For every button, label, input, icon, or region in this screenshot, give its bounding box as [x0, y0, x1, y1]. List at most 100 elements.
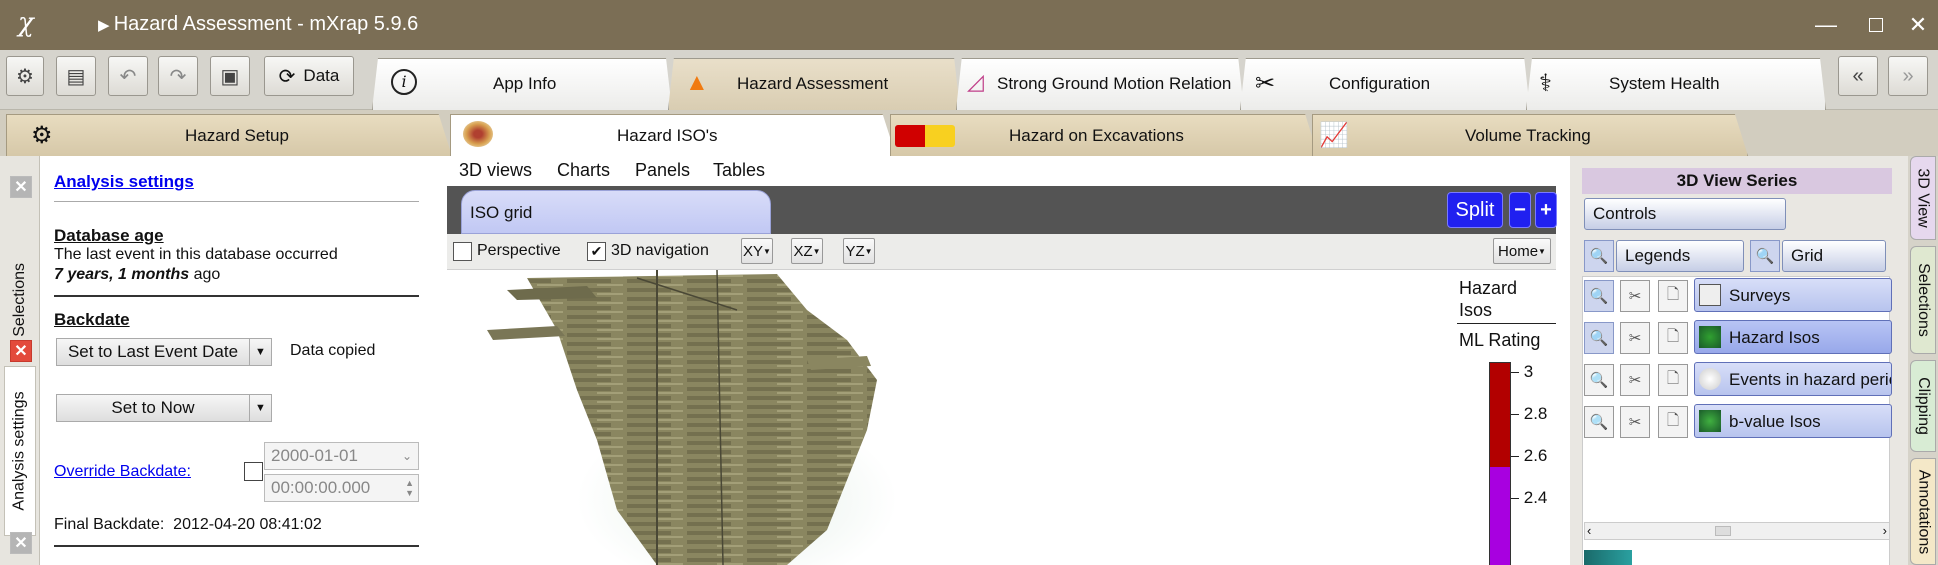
scrollbar-thumb[interactable]	[1715, 526, 1731, 536]
close-analysis-settings-button[interactable]: ✕	[10, 340, 32, 362]
preview-thumbnail	[1584, 550, 1632, 565]
zoom-out-button[interactable]: −	[1509, 192, 1531, 228]
tab-analysis-settings[interactable]: Analysis settings	[4, 366, 36, 536]
layer-hazard-isos[interactable]: Hazard Isos	[1694, 320, 1892, 354]
surveys-cut-button[interactable]: ✂	[1620, 280, 1650, 312]
horizontal-scrollbar[interactable]: ‹ ›	[1584, 522, 1890, 540]
tab-3d-view[interactable]: 3D View	[1910, 156, 1936, 240]
bvalue-iso-icon	[1699, 410, 1721, 432]
analysis-settings-link[interactable]: Analysis settings	[54, 172, 194, 192]
tab-hazard-on-excavations-label: Hazard on Excavations	[1009, 126, 1184, 145]
view-xz-button[interactable]: XZ ▼	[791, 238, 823, 264]
view-xy-button[interactable]: XY ▼	[741, 238, 773, 264]
hazard-isos-search-button[interactable]: 🔍	[1584, 322, 1614, 354]
chevron-down-icon[interactable]: ▼	[249, 339, 271, 365]
controls-button[interactable]: Controls	[1584, 198, 1786, 230]
database-age-suffix: ago	[193, 266, 221, 283]
events-search-button[interactable]: 🔍	[1584, 364, 1614, 396]
close-icon: ✕	[14, 179, 28, 196]
tab-system-health-label: System Health	[1609, 74, 1720, 93]
layout-button[interactable]: ▤	[56, 56, 96, 96]
surveys-page-button[interactable]: 🗋	[1658, 280, 1688, 312]
tab-iso-grid-label: ISO grid	[470, 203, 533, 222]
close-window-button[interactable]: ✕	[1898, 0, 1938, 50]
3d-navigation-checkbox[interactable]: ✔	[587, 242, 606, 261]
bvalue-cut-button[interactable]: ✂	[1620, 406, 1650, 438]
chevron-right-icon[interactable]: ›	[1883, 523, 1887, 538]
override-backdate-link[interactable]: Override Backdate:	[54, 463, 191, 481]
main-view-area: 3D views Charts Panels Tables ISO grid S…	[433, 156, 1570, 565]
grid-search-button[interactable]: 🔍	[1750, 240, 1780, 272]
data-button[interactable]: ⟳ Data	[264, 56, 354, 96]
scissors-icon: ✂	[1628, 330, 1642, 347]
set-to-now-dropdown[interactable]: Set to Now ▼	[56, 394, 272, 422]
tab-hazard-assessment[interactable]: ▲ Hazard Assessment	[668, 58, 960, 110]
tab-selections[interactable]: Selections	[1910, 246, 1936, 354]
zoom-in-button[interactable]: +	[1535, 192, 1557, 228]
magnifier-icon: 🔍	[1589, 414, 1609, 431]
close-all-selections-button[interactable]: ✕	[10, 176, 32, 198]
view-yz-button[interactable]: YZ ▼	[843, 238, 875, 264]
tab-hazard-setup[interactable]: ⚙ Hazard Setup	[6, 114, 452, 156]
override-time-field[interactable]: 00:00:00.000 ▲ ▼	[264, 474, 419, 502]
3d-viewport[interactable]: Hazard Isos ML Rating 3 2.8 2.6 2.4	[447, 270, 1556, 565]
menu-tables[interactable]: Tables	[713, 160, 765, 181]
view-yz-label: YZ	[845, 242, 865, 260]
legends-search-button[interactable]: 🔍	[1584, 240, 1614, 272]
chevron-left-icon[interactable]: ‹	[1587, 523, 1591, 538]
scroll-tabs-right-button[interactable]: »	[1888, 56, 1928, 96]
minimize-button[interactable]: —	[1796, 0, 1856, 50]
redo-button[interactable]: ↷	[158, 56, 198, 96]
events-cut-button[interactable]: ✂	[1620, 364, 1650, 396]
grid-button[interactable]: Grid	[1782, 240, 1886, 272]
override-date-field[interactable]: 2000-01-01 ⌄	[264, 442, 419, 470]
bvalue-search-button[interactable]: 🔍	[1584, 406, 1614, 438]
close-panel-button[interactable]: ✕	[10, 532, 32, 554]
tab-system-health[interactable]: ⚕ System Health	[1526, 58, 1826, 110]
checkmark-icon: ✔	[590, 243, 603, 259]
tab-configuration[interactable]: ✂ Configuration	[1240, 58, 1530, 110]
hazard-iso-icon	[1699, 326, 1721, 348]
chevron-down-icon[interactable]: ▼	[249, 395, 271, 421]
split-button[interactable]: Split	[1447, 192, 1503, 228]
settings-button[interactable]: ⚙	[6, 56, 44, 96]
legend-subtitle: ML Rating	[1459, 330, 1541, 350]
surveys-search-button[interactable]: 🔍	[1584, 280, 1614, 312]
override-backdate-checkbox[interactable]	[244, 462, 263, 481]
chart-icon: ◿	[967, 69, 984, 94]
dropdown-icon: ▼	[1538, 246, 1546, 256]
tab-volume-tracking[interactable]: 📈 Volume Tracking	[1312, 114, 1748, 156]
layer-surveys[interactable]: Surveys	[1694, 278, 1892, 312]
tab-iso-grid[interactable]: ISO grid	[461, 190, 771, 234]
menu-charts[interactable]: Charts	[557, 160, 610, 181]
maximize-button[interactable]	[1856, 0, 1896, 50]
tab-hazard-on-excavations[interactable]: Hazard on Excavations	[890, 114, 1318, 156]
layer-b-value-isos[interactable]: b-value Isos	[1694, 404, 1892, 438]
undo-button[interactable]: ↶	[108, 56, 148, 96]
spinner-icon[interactable]: ▲ ▼	[405, 478, 414, 498]
tab-app-info[interactable]: i App Info	[372, 58, 672, 110]
scroll-tabs-left-button[interactable]: «	[1838, 56, 1878, 96]
hazard-isos-cut-button[interactable]: ✂	[1620, 322, 1650, 354]
hazard-isos-page-button[interactable]: 🗋	[1658, 322, 1688, 354]
save-icon: ▣	[220, 65, 240, 88]
tab-hazard-assessment-label: Hazard Assessment	[737, 74, 889, 93]
perspective-checkbox[interactable]	[453, 242, 472, 261]
home-view-button[interactable]: Home ▼	[1493, 238, 1551, 264]
bvalue-page-button[interactable]: 🗋	[1658, 406, 1688, 438]
legends-button[interactable]: Legends	[1616, 240, 1744, 272]
layer-events-in-hazard-period[interactable]: Events in hazard period	[1694, 362, 1892, 396]
undo-icon: ↶	[119, 65, 137, 88]
tab-hazard-isos[interactable]: Hazard ISO's	[450, 114, 896, 156]
events-page-button[interactable]: 🗋	[1658, 364, 1688, 396]
chevron-down-icon[interactable]: ⌄	[402, 449, 412, 463]
save-button[interactable]: ▣	[210, 56, 250, 96]
tab-strong-ground-motion[interactable]: ◿ Strong Ground Motion Relation	[956, 58, 1244, 110]
menu-3d-views[interactable]: 3D views	[459, 160, 532, 181]
tab-annotations[interactable]: Annotations	[1910, 458, 1936, 565]
tab-clipping[interactable]: Clipping	[1910, 360, 1936, 452]
legend-tick-2-8: 2.8	[1511, 404, 1547, 424]
page-icon: 🗋	[1666, 369, 1680, 387]
set-last-event-dropdown[interactable]: Set to Last Event Date ▼	[56, 338, 272, 366]
menu-panels[interactable]: Panels	[635, 160, 690, 181]
